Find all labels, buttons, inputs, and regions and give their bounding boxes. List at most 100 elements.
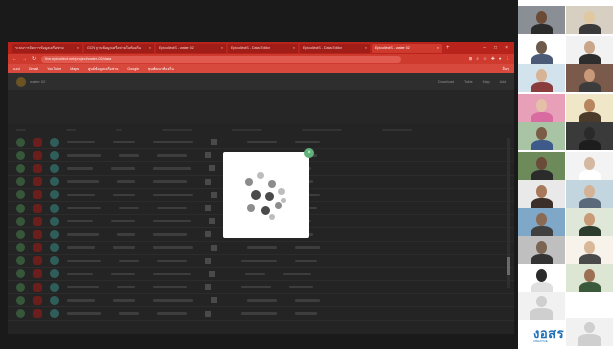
browser-tab[interactable]: EpicollectS - Data Editor × (300, 43, 370, 53)
participant-video-tile[interactable] (566, 64, 613, 92)
view-entry-icon[interactable] (16, 229, 25, 239)
delete-entry-icon[interactable] (33, 229, 42, 239)
edit-entry-icon[interactable] (50, 203, 59, 213)
delete-entry-icon[interactable] (33, 177, 42, 187)
participant-video-tile[interactable] (566, 152, 613, 180)
photo-thumbnail[interactable] (211, 139, 217, 146)
delete-entry-icon[interactable] (33, 243, 42, 253)
photo-thumbnail[interactable] (205, 284, 211, 291)
participant-video-tile[interactable] (518, 180, 565, 208)
close-window-button[interactable]: × (505, 45, 508, 51)
table-view-button[interactable]: Table (464, 80, 473, 84)
browser-tab[interactable]: EpicollectS - water 02 × (156, 43, 226, 53)
view-entry-icon[interactable] (16, 177, 25, 187)
edit-entry-icon[interactable] (50, 295, 59, 305)
participant-video-tile[interactable] (566, 236, 613, 264)
delete-entry-icon[interactable] (33, 190, 42, 200)
delete-entry-icon[interactable] (33, 309, 42, 319)
edit-entry-icon[interactable] (50, 243, 59, 253)
bookmark-item[interactable]: Gmail (29, 67, 38, 71)
delete-entry-icon[interactable] (33, 150, 42, 160)
delete-entry-icon[interactable] (33, 282, 42, 292)
bookmark-item[interactable]: แอป (13, 66, 20, 72)
photo-thumbnail[interactable] (205, 152, 211, 159)
delete-entry-icon[interactable] (33, 269, 42, 279)
other-bookmarks[interactable]: อื่นๆ (502, 66, 509, 72)
participant-video-tile[interactable] (518, 6, 565, 34)
edit-entry-icon[interactable] (50, 150, 59, 160)
close-tab-icon[interactable]: × (75, 46, 79, 50)
participant-avatar-tile[interactable] (566, 318, 613, 346)
scrollbar-thumb[interactable] (507, 257, 510, 275)
bookmark-item[interactable]: YouTube (47, 67, 61, 71)
browser-tab-active[interactable]: EpicollectS - water 02 × (372, 43, 442, 53)
browser-tab[interactable]: EpicollectS - Data Editor × (228, 43, 298, 53)
participant-video-tile[interactable] (566, 208, 613, 236)
view-entry-icon[interactable] (16, 203, 25, 213)
forward-icon[interactable]: → (22, 56, 27, 62)
participant-video-tile[interactable] (518, 36, 565, 64)
download-button[interactable]: Download (438, 80, 454, 84)
photo-thumbnail[interactable] (209, 165, 215, 172)
table-row[interactable] (8, 136, 514, 150)
edit-entry-icon[interactable] (50, 269, 59, 279)
profile-icon[interactable]: ● (499, 56, 502, 62)
delete-entry-icon[interactable] (33, 163, 42, 173)
view-entry-icon[interactable] (16, 269, 25, 279)
delete-entry-icon[interactable] (33, 137, 42, 147)
browser-tab[interactable]: GCN ฐานข้อมูลเครือข่ายในท้องถิ่น × (84, 43, 154, 53)
edit-entry-icon[interactable] (50, 229, 59, 239)
photo-thumbnail[interactable] (205, 205, 211, 212)
maximize-button[interactable]: □ (494, 45, 497, 51)
participant-video-tile[interactable] (566, 122, 613, 150)
table-row[interactable] (8, 281, 514, 295)
bookmark-item[interactable]: ทุนพัฒนาท้องถิ่น (148, 66, 174, 72)
edit-entry-icon[interactable] (50, 309, 59, 319)
zoom-icon[interactable]: ⌕ (476, 56, 479, 62)
photo-thumbnail[interactable] (211, 244, 217, 251)
edit-entry-icon[interactable] (50, 177, 59, 187)
close-tab-icon[interactable]: × (363, 46, 367, 50)
participant-video-tile[interactable] (566, 180, 613, 208)
photo-thumbnail[interactable] (205, 257, 211, 264)
view-entry-icon[interactable] (16, 256, 25, 266)
url-input[interactable]: five.epicollect.net/project/water-02/dat… (41, 55, 402, 63)
table-row[interactable] (8, 255, 514, 268)
browser-tab[interactable]: ระบบการจัดการข้อมูลเครือข่าย × (12, 43, 82, 53)
table-row[interactable] (8, 268, 514, 282)
participant-video-tile[interactable] (518, 64, 565, 92)
view-entry-icon[interactable] (16, 163, 25, 173)
view-entry-icon[interactable] (16, 282, 25, 292)
table-row[interactable] (8, 307, 514, 321)
delete-entry-icon[interactable] (33, 203, 42, 213)
view-entry-icon[interactable] (16, 243, 25, 253)
edit-entry-icon[interactable] (50, 163, 59, 173)
modal-close-button[interactable]: × (304, 148, 314, 158)
photo-thumbnail[interactable] (211, 191, 217, 198)
view-entry-icon[interactable] (16, 190, 25, 200)
close-tab-icon[interactable]: × (219, 46, 223, 50)
view-entry-icon[interactable] (16, 309, 25, 319)
view-entry-icon[interactable] (16, 137, 25, 147)
participant-video-tile[interactable] (566, 94, 613, 122)
edit-entry-icon[interactable] (50, 216, 59, 226)
participant-video-tile[interactable] (518, 208, 565, 236)
edit-entry-icon[interactable] (50, 282, 59, 292)
translate-icon[interactable]: ⊞ (469, 56, 473, 62)
edit-entry-icon[interactable] (50, 256, 59, 266)
delete-entry-icon[interactable] (33, 216, 42, 226)
edit-entry-icon[interactable] (50, 137, 59, 147)
participant-video-tile[interactable] (518, 122, 565, 150)
photo-thumbnail[interactable] (205, 231, 211, 238)
edit-entry-icon[interactable] (50, 190, 59, 200)
bookmark-item[interactable]: Google (127, 67, 139, 71)
table-row[interactable] (8, 294, 514, 308)
bookmark-item[interactable]: Maps (70, 67, 79, 71)
menu-icon[interactable]: ⋮ (506, 56, 511, 62)
bookmark-star-icon[interactable]: ☆ (483, 56, 487, 62)
view-entry-icon[interactable] (16, 150, 25, 160)
view-entry-icon[interactable] (16, 295, 25, 305)
photo-thumbnail[interactable] (205, 178, 211, 185)
participant-video-tile[interactable] (518, 236, 565, 264)
participant-avatar-tile[interactable] (518, 292, 565, 320)
